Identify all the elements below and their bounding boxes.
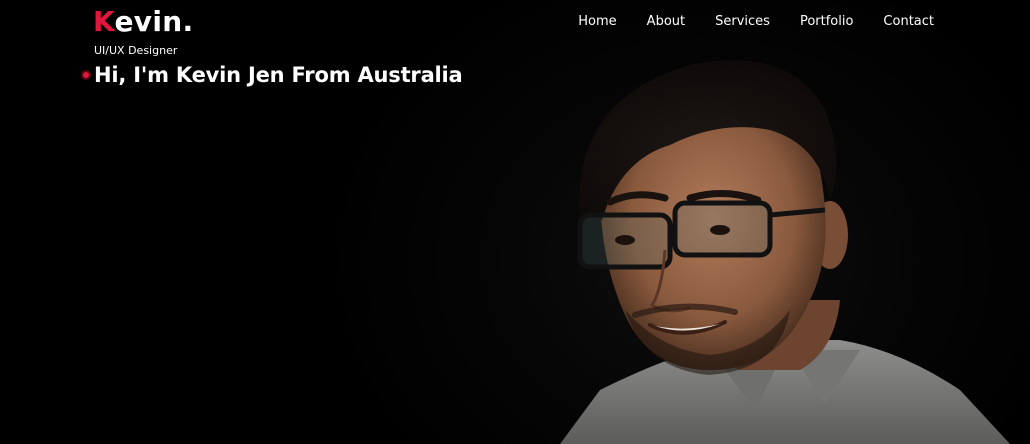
portrait-image	[560, 60, 1010, 444]
tagline: UI/UX Designer	[94, 44, 178, 57]
nav-item-contact[interactable]: Contact	[868, 13, 934, 31]
main-nav: Home About Services Portfolio Contact	[563, 13, 934, 31]
logo-initial: K	[93, 5, 115, 38]
hero-headline: Hi, I'm Kevin Jen From Australia	[94, 63, 463, 87]
site-logo[interactable]: Kevin.	[93, 4, 193, 40]
hero-section: Kevin. UI/UX Designer Home About Service…	[0, 0, 1030, 444]
nav-item-portfolio[interactable]: Portfolio	[785, 13, 868, 31]
hero-headline-row: Hi, I'm Kevin Jen From Australia	[81, 63, 463, 87]
nav-item-services[interactable]: Services	[700, 13, 785, 31]
record-dot-icon	[81, 70, 91, 80]
logo-text: evin.	[114, 5, 194, 38]
nav-item-about[interactable]: About	[632, 13, 700, 31]
nav-item-home[interactable]: Home	[563, 13, 631, 31]
